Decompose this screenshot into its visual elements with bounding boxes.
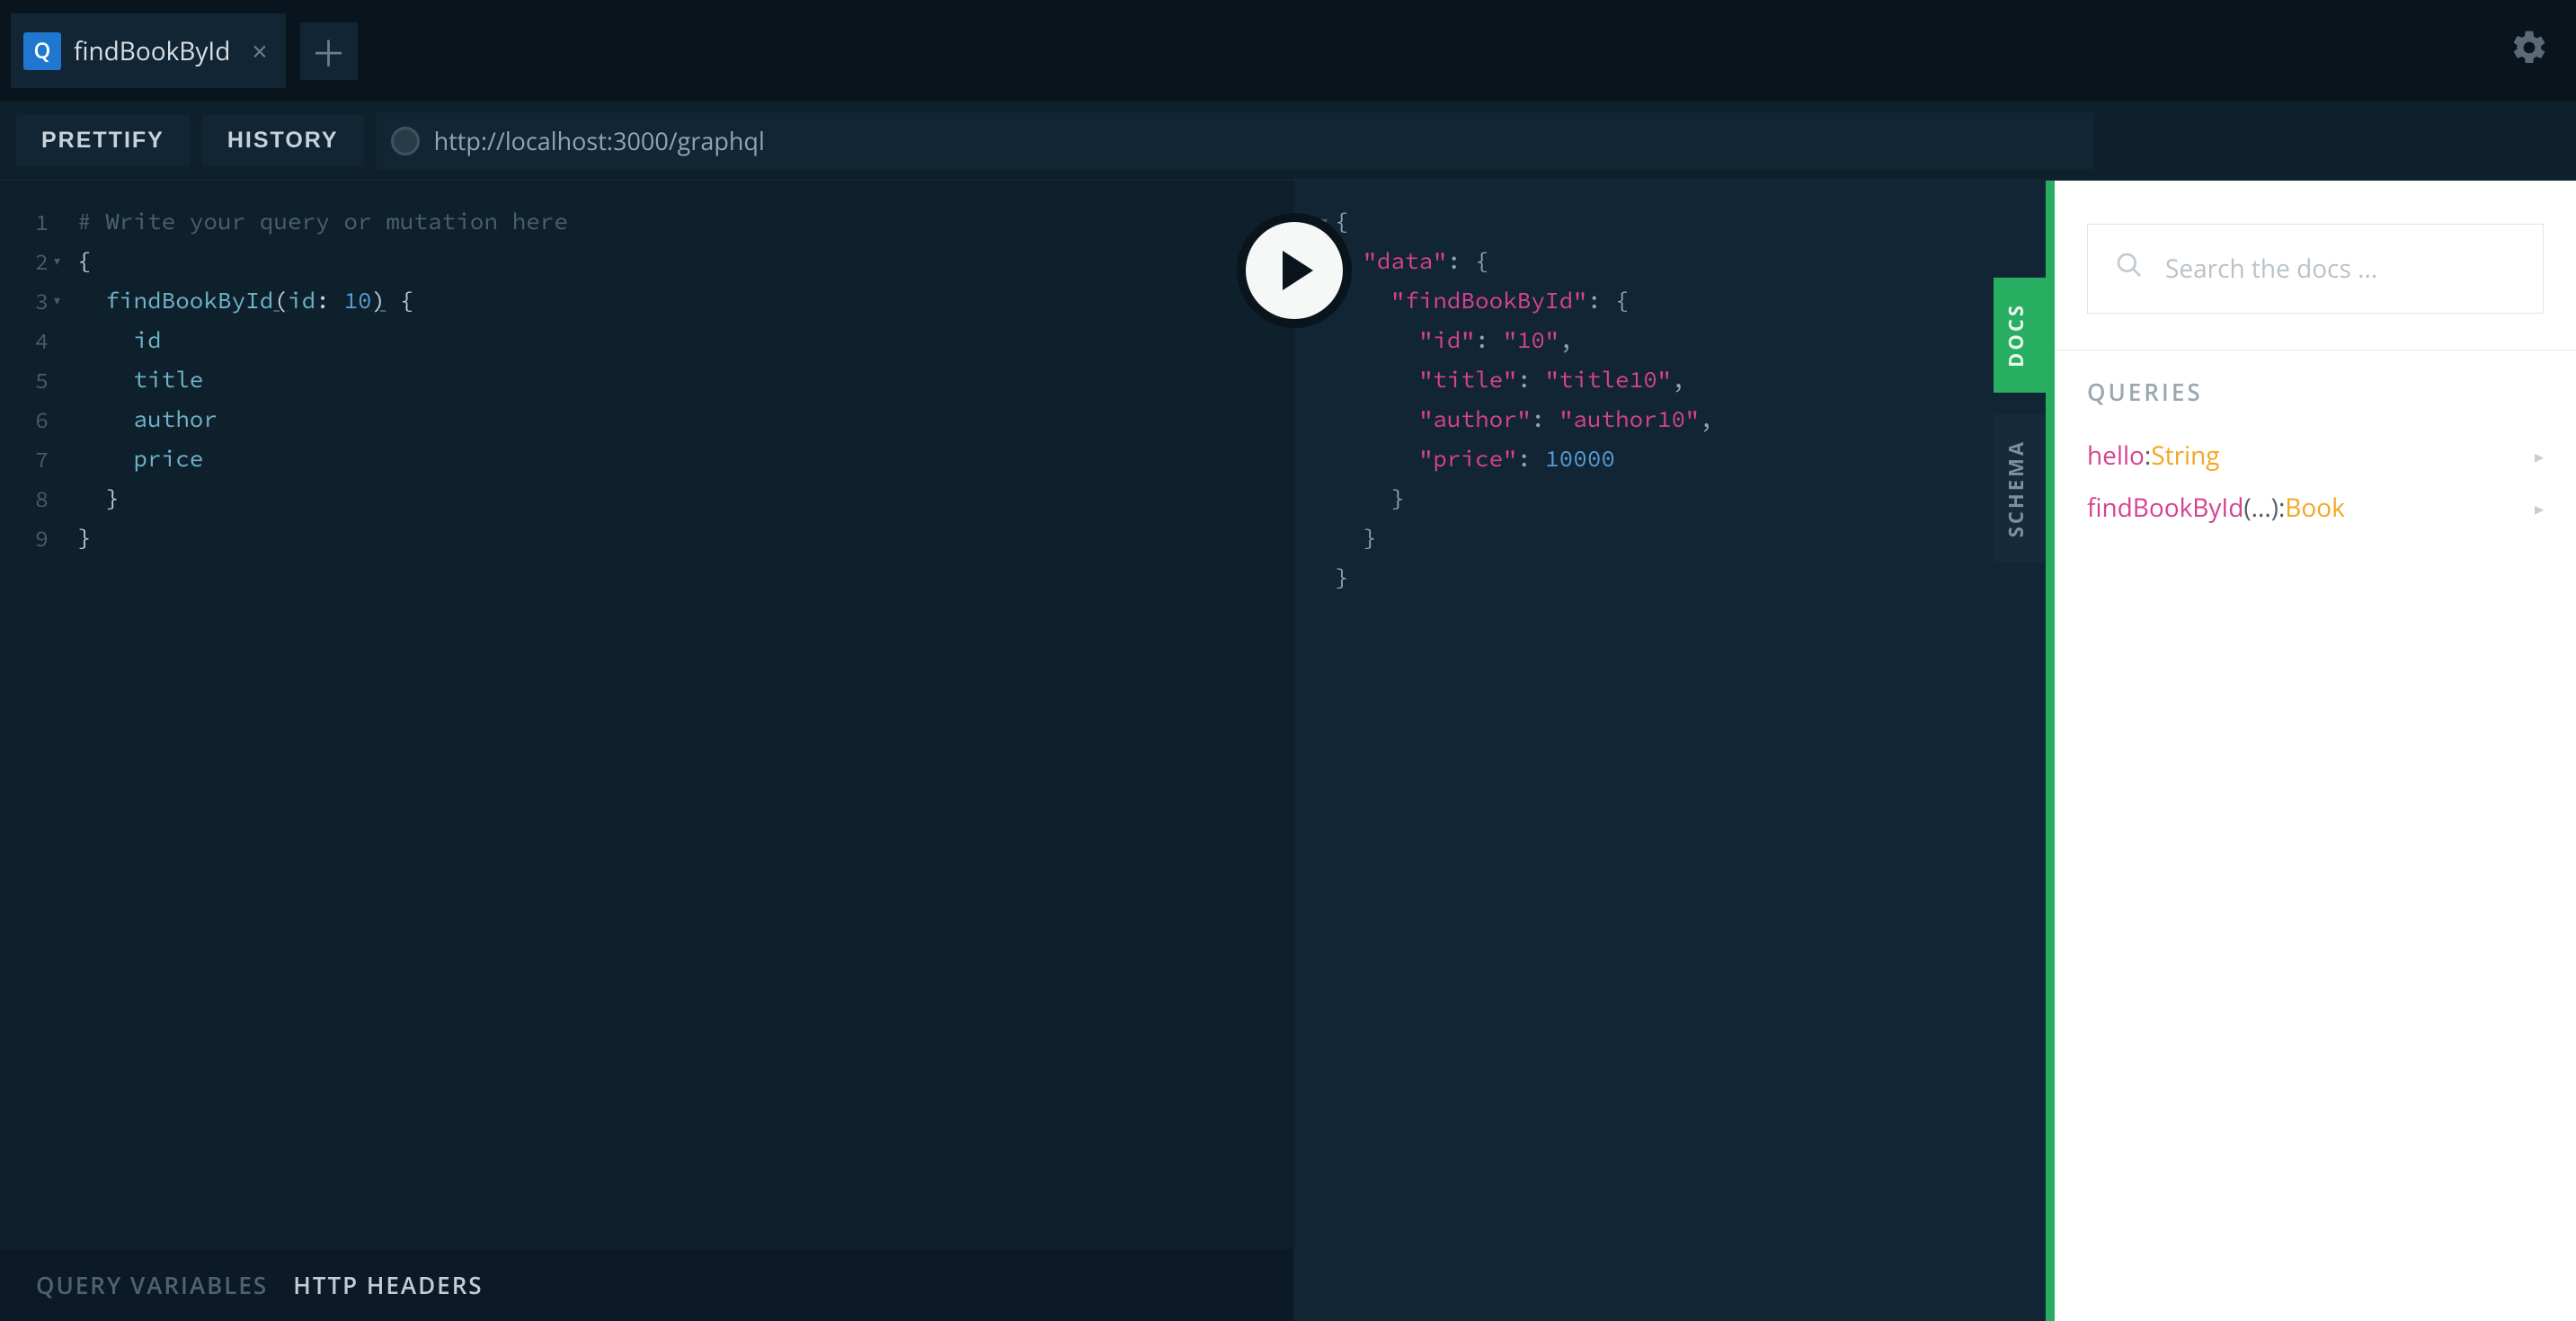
query-editor-pane: 1 2 3 4 5 6 7 8 9 ▾ ▾ <box>0 181 1293 1321</box>
fold-gutter: ▾ ▾ <box>52 181 77 1249</box>
response-viewer[interactable]: { "data": { "findBookById": { "id": "10"… <box>1335 202 1713 598</box>
response-pane: ▾ ▾ ▾ { "data": { "findBookById": { "id"… <box>1293 181 2055 1321</box>
endpoint-status-icon <box>391 127 420 155</box>
docs-search-input[interactable] <box>2165 252 2516 286</box>
docs-query-hello[interactable]: hello: String ▸ <box>2055 430 2576 482</box>
line-gutter: 1 2 3 4 5 6 7 8 9 <box>0 181 52 1249</box>
search-icon <box>2115 251 2144 287</box>
new-tab-button[interactable]: ＋ <box>300 22 358 80</box>
history-button[interactable]: HISTORY <box>202 115 364 166</box>
tab-title: findBookById <box>74 34 230 68</box>
query-type-icon: Q <box>23 32 61 70</box>
endpoint-field[interactable] <box>377 112 2093 170</box>
docs-tab[interactable]: DOCS <box>1994 278 2046 393</box>
execute-button[interactable] <box>1237 213 1352 328</box>
tab-active[interactable]: Q findBookById × <box>11 13 286 88</box>
toolbar: PRETTIFY HISTORY <box>0 102 2576 181</box>
docs-query-findbookbyid[interactable]: findBookById(...): Book ▸ <box>2055 482 2576 534</box>
docs-search[interactable] <box>2087 224 2544 314</box>
docs-section-title: QUERIES <box>2055 350 2576 430</box>
query-variables-tab[interactable]: QUERY VARIABLES <box>36 1269 268 1301</box>
code-text[interactable]: # Write your query or mutation here { fi… <box>77 181 1292 1249</box>
settings-icon[interactable] <box>2509 28 2549 75</box>
docs-panel: QUERIES hello: String ▸ findBookById(...… <box>2055 181 2576 1321</box>
variables-headers-bar: QUERY VARIABLES HTTP HEADERS <box>0 1249 1292 1321</box>
tab-bar: Q findBookById × ＋ <box>0 0 2576 102</box>
endpoint-input[interactable] <box>434 124 2079 157</box>
main-area: 1 2 3 4 5 6 7 8 9 ▾ ▾ <box>0 181 2576 1321</box>
chevron-right-icon: ▸ <box>2535 444 2544 468</box>
prettify-button[interactable]: PRETTIFY <box>16 115 190 166</box>
http-headers-tab[interactable]: HTTP HEADERS <box>293 1269 483 1301</box>
close-icon[interactable]: × <box>252 32 267 69</box>
chevron-right-icon: ▸ <box>2535 496 2544 520</box>
play-icon <box>1283 251 1313 290</box>
side-tabs: DOCS SCHEMA <box>1994 278 2046 563</box>
query-editor[interactable]: 1 2 3 4 5 6 7 8 9 ▾ ▾ <box>0 181 1292 1249</box>
schema-tab[interactable]: SCHEMA <box>1994 414 2046 563</box>
